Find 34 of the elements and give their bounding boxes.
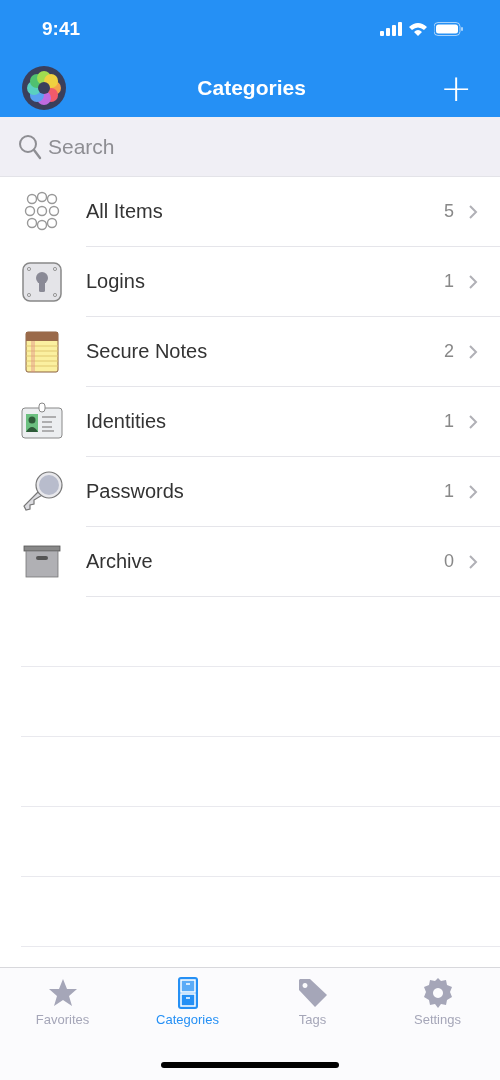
wifi-icon bbox=[409, 21, 427, 37]
category-name: Archive bbox=[86, 550, 154, 573]
category-count: 1 bbox=[444, 481, 454, 502]
category-row[interactable]: All Items 5 bbox=[0, 177, 500, 247]
category-name: Identities bbox=[86, 410, 168, 433]
chevron-icon bbox=[468, 203, 478, 220]
category-name: Logins bbox=[86, 270, 146, 293]
category-count: 1 bbox=[444, 411, 454, 432]
battery-icon bbox=[434, 21, 464, 37]
status-time: 9:41 bbox=[42, 18, 81, 40]
search-icon bbox=[18, 133, 42, 160]
category-name: Passwords bbox=[86, 480, 185, 503]
category-row[interactable]: Logins 1 bbox=[0, 247, 500, 317]
chevron-icon bbox=[468, 483, 478, 500]
search-input[interactable]: Search bbox=[48, 129, 482, 164]
category-count: 1 bbox=[444, 271, 454, 292]
chevron-icon bbox=[468, 553, 478, 570]
category-row[interactable]: Archive 0 bbox=[0, 527, 500, 597]
keyhole-icon bbox=[20, 260, 64, 304]
category-count: 0 bbox=[444, 551, 454, 572]
chevron-icon bbox=[468, 273, 478, 290]
category-name: All Items bbox=[86, 200, 164, 223]
category-row[interactable]: Passwords 1 bbox=[0, 457, 500, 527]
category-row[interactable]: Secure Notes 2 bbox=[0, 317, 500, 387]
chevron-icon bbox=[468, 413, 478, 430]
app-logo-icon[interactable] bbox=[21, 64, 67, 111]
category-count: 2 bbox=[444, 341, 454, 362]
chevron-icon bbox=[468, 343, 478, 360]
category-name: Secure Notes bbox=[86, 340, 209, 363]
nav-title: Categories bbox=[197, 75, 306, 100]
signal-icon bbox=[380, 21, 402, 37]
category-row[interactable]: Identities 1 bbox=[0, 387, 500, 457]
category-count: 5 bbox=[444, 201, 454, 222]
search-field[interactable]: Search bbox=[0, 117, 500, 177]
